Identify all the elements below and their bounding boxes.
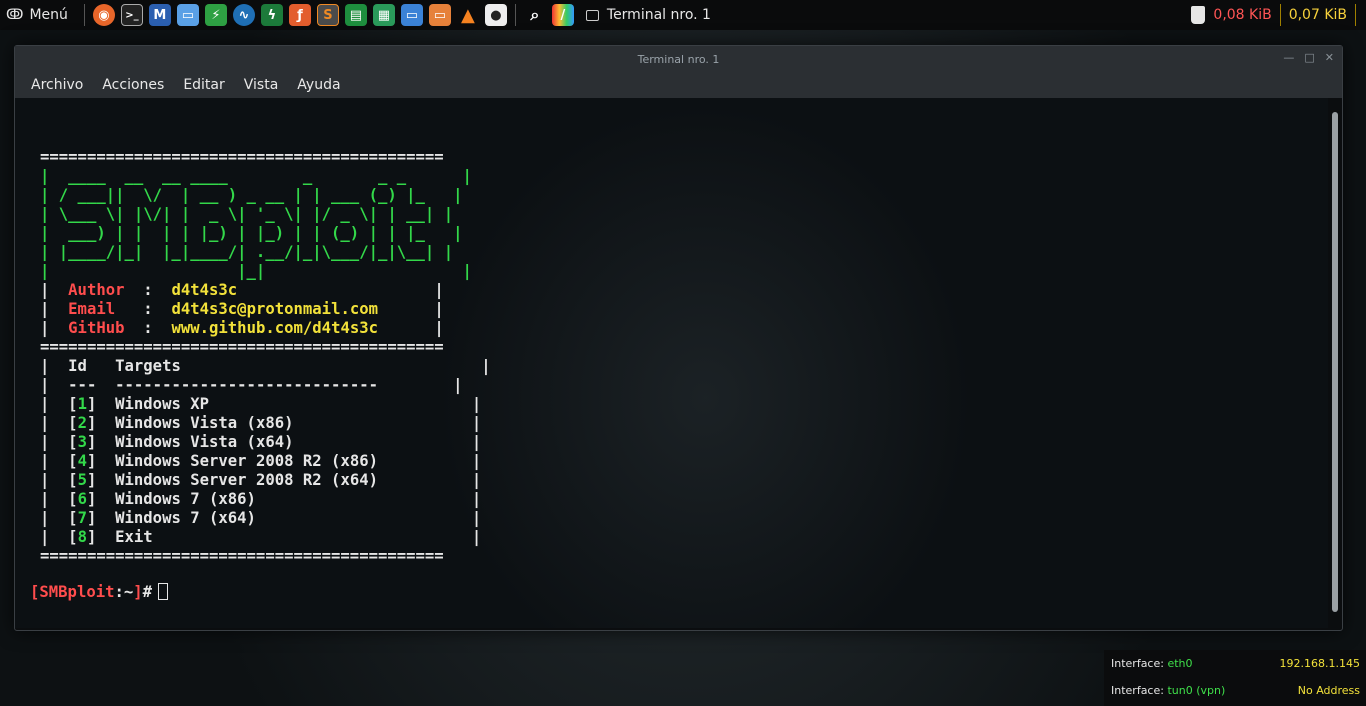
debian-swirl-icon: ↂ: [6, 7, 24, 23]
text-cursor: [158, 583, 169, 600]
info-key: GitHub: [68, 319, 125, 337]
target-id: 4: [77, 452, 87, 470]
banner-art-line: | |____/|_| |_|____/| .__/|_|\___/|_|\__…: [40, 243, 454, 261]
torrent-icon[interactable]: ⚡: [204, 4, 227, 26]
network-widget: Interface: eth0 192.168.1.145 Interface:…: [1104, 650, 1366, 706]
top-panel: ↂ Menú ◉ >_ M ▭ ⚡ ∿ ϟ ƒ S ▤ ▦ ▭ ▭ ▲ ● ⌕ …: [0, 0, 1366, 30]
prompt-symbol: #: [142, 583, 153, 601]
vlc-icon[interactable]: ▲: [457, 4, 479, 26]
table-rule: ---: [68, 376, 97, 394]
target-id: 6: [77, 490, 87, 508]
screen-recorder-icon[interactable]: ●: [484, 4, 507, 26]
interface-name: tun0 (vpn): [1167, 684, 1226, 697]
terminal-window: Terminal nro. 1 — □ ✕ Archivo Acciones E…: [14, 45, 1343, 631]
target-name: Windows XP: [115, 395, 210, 413]
prompt-sep: :: [114, 583, 124, 601]
interface-row: Interface: tun0 (vpn) No Address: [1111, 684, 1360, 697]
menu-archivo[interactable]: Archivo: [31, 77, 83, 93]
target-name: Windows Server 2008 R2 (x64): [115, 471, 378, 489]
window-menubar: Archivo Acciones Editar Vista Ayuda: [15, 72, 1342, 98]
banner-art-line: | / ___|| \/ | __ ) _ __ | | ___ (_) |_ …: [40, 186, 463, 204]
writer-icon[interactable]: ▭: [400, 4, 423, 26]
target-id: 8: [77, 528, 87, 546]
target-id: 7: [77, 509, 87, 527]
prompt-path: ~: [123, 583, 134, 601]
interface-label: Interface:: [1111, 657, 1164, 670]
trash-icon[interactable]: [1191, 6, 1206, 24]
info-key: Email: [68, 300, 116, 318]
table-header-targets: Targets: [115, 357, 181, 375]
maximize-icon[interactable]: □: [1304, 51, 1314, 64]
burp-icon[interactable]: ƒ: [288, 4, 311, 26]
target-name: Windows 7 (x86): [115, 490, 256, 508]
separator: [83, 4, 85, 26]
target-id: 5: [77, 471, 87, 489]
sublime-icon[interactable]: S: [316, 4, 339, 26]
window-icon: [585, 9, 599, 21]
banner-border-mid: ========================================…: [40, 338, 444, 356]
target-id: 1: [77, 395, 87, 413]
terminal-output[interactable]: ========================================…: [15, 98, 1328, 628]
menu-editar[interactable]: Editar: [183, 77, 224, 93]
applications-menu[interactable]: ↂ Menú: [6, 7, 76, 23]
window-title: Terminal nro. 1: [637, 52, 720, 66]
target-name: Windows 7 (x64): [115, 509, 256, 527]
prompt-bracket: [: [30, 583, 40, 601]
menu-label: Menú: [29, 7, 68, 23]
docs-icon[interactable]: ▦: [372, 4, 395, 26]
interface-address: 192.168.1.145: [1279, 657, 1360, 670]
interface-row: Interface: eth0 192.168.1.145: [1111, 657, 1360, 670]
target-id: 3: [77, 433, 87, 451]
window-titlebar[interactable]: Terminal nro. 1 — □ ✕: [15, 46, 1342, 72]
separator: [1355, 4, 1356, 26]
banner-border-top: ========================================…: [40, 148, 444, 166]
info-value: d4t4s3c@protonmail.com: [171, 300, 379, 318]
target-name: Windows Server 2008 R2 (x86): [115, 452, 378, 470]
banner-art-line: | ___) | | | | |_) | |_) | | (_) | | |_ …: [40, 224, 463, 242]
task-title: Terminal nro. 1: [606, 7, 711, 23]
files-icon[interactable]: ▭: [176, 4, 199, 26]
net-download-rate: 0,08 KiB: [1213, 7, 1272, 23]
scrollbar[interactable]: [1332, 112, 1338, 612]
banner-art-line: | \___ \| |\/| | _ \| '_ \| |/ _ \| | __…: [40, 205, 454, 223]
info-value: d4t4s3c: [171, 281, 238, 299]
prompt-name: SMBploit: [39, 583, 115, 601]
minimize-icon[interactable]: —: [1283, 51, 1294, 64]
menu-acciones[interactable]: Acciones: [102, 77, 164, 93]
target-name: Exit: [115, 528, 153, 546]
terminal-icon[interactable]: >_: [120, 4, 143, 26]
banner-art-line: | ____ __ __ ____ _ _ _ |: [40, 167, 472, 185]
menu-vista[interactable]: Vista: [244, 77, 279, 93]
impress-icon[interactable]: ▭: [428, 4, 451, 26]
info-value: www.github.com/d4t4s3c: [171, 319, 379, 337]
table-rule: ----------------------------: [115, 376, 378, 394]
separator: [514, 4, 516, 26]
menu-ayuda[interactable]: Ayuda: [297, 77, 340, 93]
target-name: Windows Vista (x86): [115, 414, 294, 432]
info-key: Author: [68, 281, 125, 299]
shell-prompt[interactable]: [SMBploit:~]#: [30, 583, 169, 601]
target-name: Windows Vista (x64): [115, 433, 294, 451]
banner-art-line: | |_| |: [40, 262, 472, 280]
target-id: 2: [77, 414, 87, 432]
interface-name: eth0: [1167, 657, 1193, 670]
color-picker-icon[interactable]: /: [551, 4, 574, 26]
kali-tool-icon[interactable]: ϟ: [260, 4, 283, 26]
metasploit-icon[interactable]: M: [148, 4, 171, 26]
separator: [1279, 4, 1281, 26]
sheets-icon[interactable]: ▤: [344, 4, 367, 26]
close-icon[interactable]: ✕: [1325, 51, 1334, 64]
search-icon[interactable]: ⌕: [524, 4, 546, 26]
banner: ========================================…: [40, 148, 491, 565]
interface-address: No Address: [1297, 684, 1360, 697]
wireshark-icon[interactable]: ∿: [232, 4, 255, 26]
prompt-bracket: ]: [133, 583, 143, 601]
banner-border-bottom: ========================================…: [40, 547, 444, 565]
table-header-id: Id: [68, 357, 87, 375]
net-upload-rate: 0,07 KiB: [1288, 7, 1347, 23]
taskbar-item-terminal[interactable]: Terminal nro. 1: [585, 7, 711, 23]
interface-label: Interface:: [1111, 684, 1164, 697]
firefox-icon[interactable]: ◉: [92, 4, 115, 26]
